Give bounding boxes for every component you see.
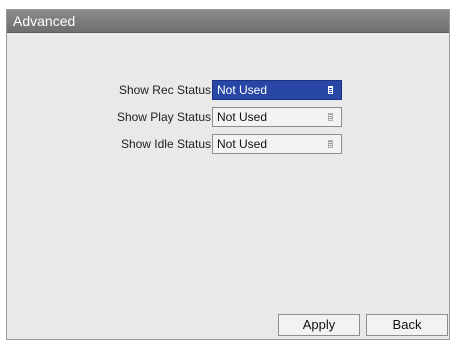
show-rec-status-label: Show Rec Status [118, 83, 211, 97]
setting-row-rec-status: Show Rec Status [7, 80, 211, 100]
apply-button[interactable]: Apply [278, 314, 360, 336]
show-rec-status-value: Not Used [217, 83, 268, 97]
show-rec-status-select[interactable]: Not Used [212, 80, 342, 100]
show-play-status-label: Show Play Status [116, 110, 211, 124]
show-idle-status-value: Not Used [217, 137, 268, 151]
advanced-dialog: Advanced Show Rec Status Not Used Show P… [6, 9, 450, 340]
show-play-status-select[interactable]: Not Used [212, 107, 342, 127]
show-play-status-value: Not Used [217, 110, 268, 124]
dropdown-handle-icon [328, 86, 333, 94]
back-button[interactable]: Back [366, 314, 448, 336]
dropdown-handle-icon [328, 113, 333, 121]
dropdown-handle-icon [328, 140, 333, 148]
setting-row-idle-status: Show Idle Status [7, 134, 211, 154]
show-idle-status-select[interactable]: Not Used [212, 134, 342, 154]
show-idle-status-label: Show Idle Status [120, 137, 211, 151]
setting-row-play-status: Show Play Status [7, 107, 211, 127]
dialog-title: Advanced [7, 10, 449, 33]
